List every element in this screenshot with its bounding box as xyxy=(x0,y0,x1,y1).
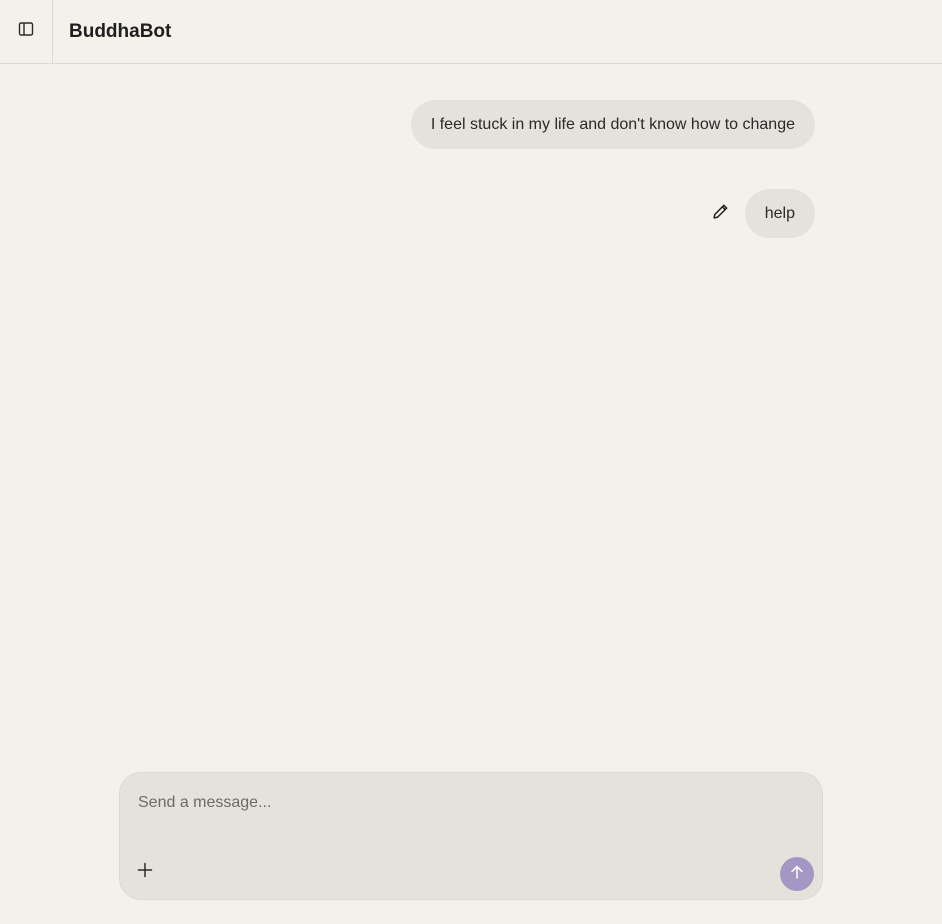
pencil-edit-icon xyxy=(712,203,729,225)
message-input[interactable] xyxy=(120,773,822,833)
user-message-bubble: I feel stuck in my life and don't know h… xyxy=(410,100,815,149)
message-row: I feel stuck in my life and don't know h… xyxy=(410,100,815,149)
sidebar-toggle-button[interactable] xyxy=(0,0,53,63)
send-button[interactable] xyxy=(780,857,814,891)
app-title: BuddhaBot xyxy=(69,20,172,42)
attach-button[interactable] xyxy=(134,861,156,883)
user-message-bubble: help xyxy=(744,189,815,238)
chat-app: BuddhaBot I feel stuck in my life and do… xyxy=(0,0,942,924)
message-composer xyxy=(119,772,823,900)
plus-icon xyxy=(137,862,153,883)
arrow-up-icon xyxy=(789,864,805,885)
message-row: help xyxy=(705,189,815,238)
top-header: BuddhaBot xyxy=(0,0,942,64)
sidebar-panel-icon xyxy=(18,21,34,42)
edit-message-button[interactable] xyxy=(705,198,737,230)
